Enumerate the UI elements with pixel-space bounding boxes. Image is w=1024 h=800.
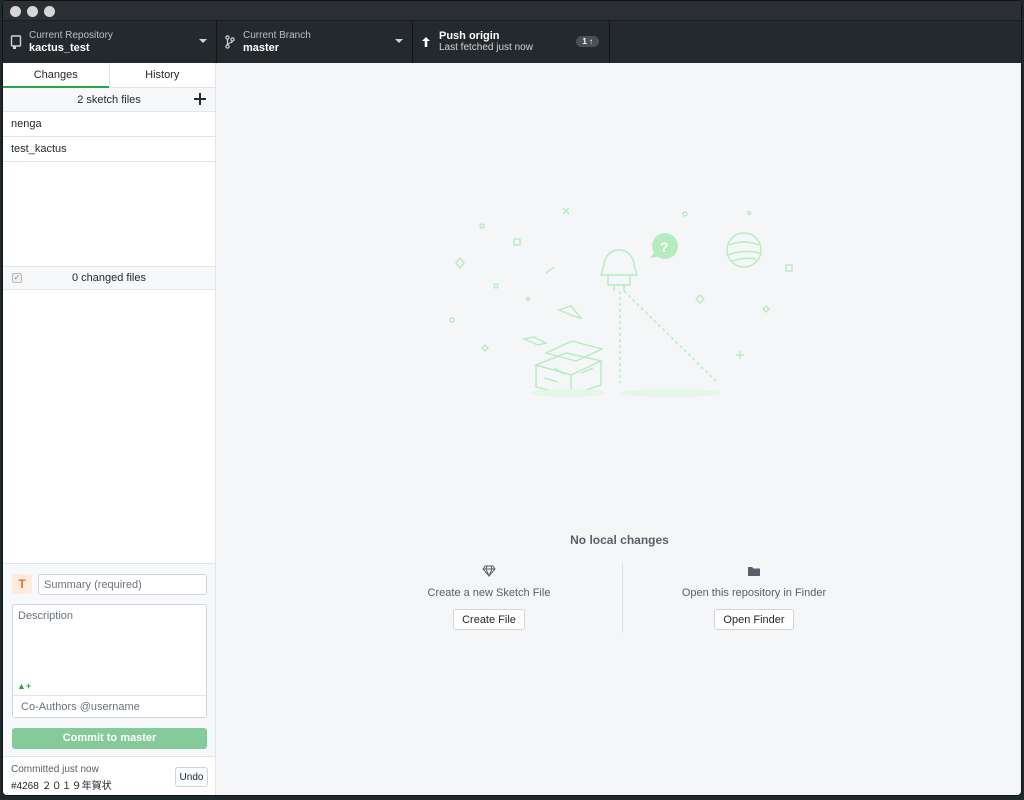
sidebar: Changes History 2 sketch files nenga tes… <box>3 63 216 795</box>
summary-input[interactable] <box>38 574 207 595</box>
app-window: Current Repository kactus_test Current B… <box>2 0 1022 796</box>
description-input[interactable] <box>13 605 206 695</box>
open-finder-button[interactable]: Open Finder <box>714 609 794 630</box>
last-commit-message: #4268 ２０１９年賀状 <box>11 781 112 792</box>
sketch-file-item[interactable]: test_kactus <box>3 137 215 162</box>
arrow-up-icon <box>413 36 439 48</box>
close-window-button[interactable] <box>10 6 21 17</box>
last-commit-panel: Committed just now #4268 ２０１９年賀状 Undo <box>3 756 215 795</box>
main-panel: ? No local changes Create a new Sketch F… <box>216 63 1021 795</box>
box-stack-icon <box>533 340 605 396</box>
no-changes-illustration: ? <box>449 207 793 397</box>
branch-label: Current Branch <box>243 30 311 41</box>
current-repository-button[interactable]: Current Repository kactus_test <box>3 21 217 63</box>
question-bubble-icon: ? <box>650 233 678 259</box>
last-commit-time: Committed just now <box>11 764 99 775</box>
flying-saucer-icon <box>600 249 638 291</box>
commit-button[interactable]: Commit to master <box>12 728 207 749</box>
add-sketch-file-button[interactable] <box>193 92 207 106</box>
sketch-files-count: 2 sketch files <box>77 94 141 106</box>
ahead-count-badge: 1 ↑ <box>576 36 599 47</box>
create-file-button[interactable]: Create File <box>453 609 525 630</box>
folder-icon <box>654 563 854 579</box>
tab-history[interactable]: History <box>108 63 216 87</box>
create-sketch-file-action: Create a new Sketch File Create File <box>389 563 589 630</box>
planet-icon <box>726 232 762 268</box>
zoom-window-button[interactable] <box>44 6 55 17</box>
push-subtitle: Last fetched just now <box>439 42 533 53</box>
changed-files-header: ✓ 0 changed files <box>3 266 215 290</box>
branch-icon <box>217 35 243 49</box>
coauthors-input[interactable] <box>13 695 206 717</box>
undo-button[interactable]: Undo <box>175 767 208 787</box>
current-branch-button[interactable]: Current Branch master <box>217 21 413 63</box>
push-origin-button[interactable]: Push origin Last fetched just now 1 ↑ <box>413 21 610 63</box>
open-in-finder-text: Open this repository in Finder <box>681 587 827 599</box>
add-coauthor-icon[interactable]: ▲+ <box>17 681 31 691</box>
toolbar: Current Repository kactus_test Current B… <box>3 21 1021 63</box>
commit-button-branch: master <box>120 732 157 744</box>
repo-label: Current Repository <box>29 30 113 41</box>
diamond-icon <box>389 563 589 579</box>
tab-changes[interactable]: Changes <box>3 63 109 88</box>
description-box: ▲+ <box>12 604 207 718</box>
minimize-window-button[interactable] <box>27 6 38 17</box>
sketch-file-item[interactable]: nenga <box>3 112 215 137</box>
title-bar <box>3 1 1021 21</box>
avatar: T <box>12 574 32 594</box>
caret-down-icon <box>199 39 207 43</box>
actions-divider <box>622 563 623 633</box>
push-title: Push origin <box>439 30 500 42</box>
changed-files-count: 0 changed files <box>72 272 146 284</box>
branch-name: master <box>243 42 280 54</box>
create-sketch-file-text: Create a new Sketch File <box>427 587 551 599</box>
sidebar-tabs: Changes History <box>3 63 215 88</box>
open-in-finder-action: Open this repository in Finder Open Find… <box>654 563 854 630</box>
caret-down-icon <box>395 39 403 43</box>
commit-form: T ▲+ Commit to master <box>3 563 215 756</box>
svg-text:?: ? <box>660 239 669 255</box>
sketch-files-header: 2 sketch files <box>3 88 215 112</box>
repo-name: kactus_test <box>29 42 90 54</box>
repo-icon <box>3 35 29 49</box>
commit-button-prefix: Commit to <box>62 732 121 744</box>
select-all-checkbox[interactable]: ✓ <box>12 273 22 283</box>
no-changes-title: No local changes <box>570 533 669 547</box>
